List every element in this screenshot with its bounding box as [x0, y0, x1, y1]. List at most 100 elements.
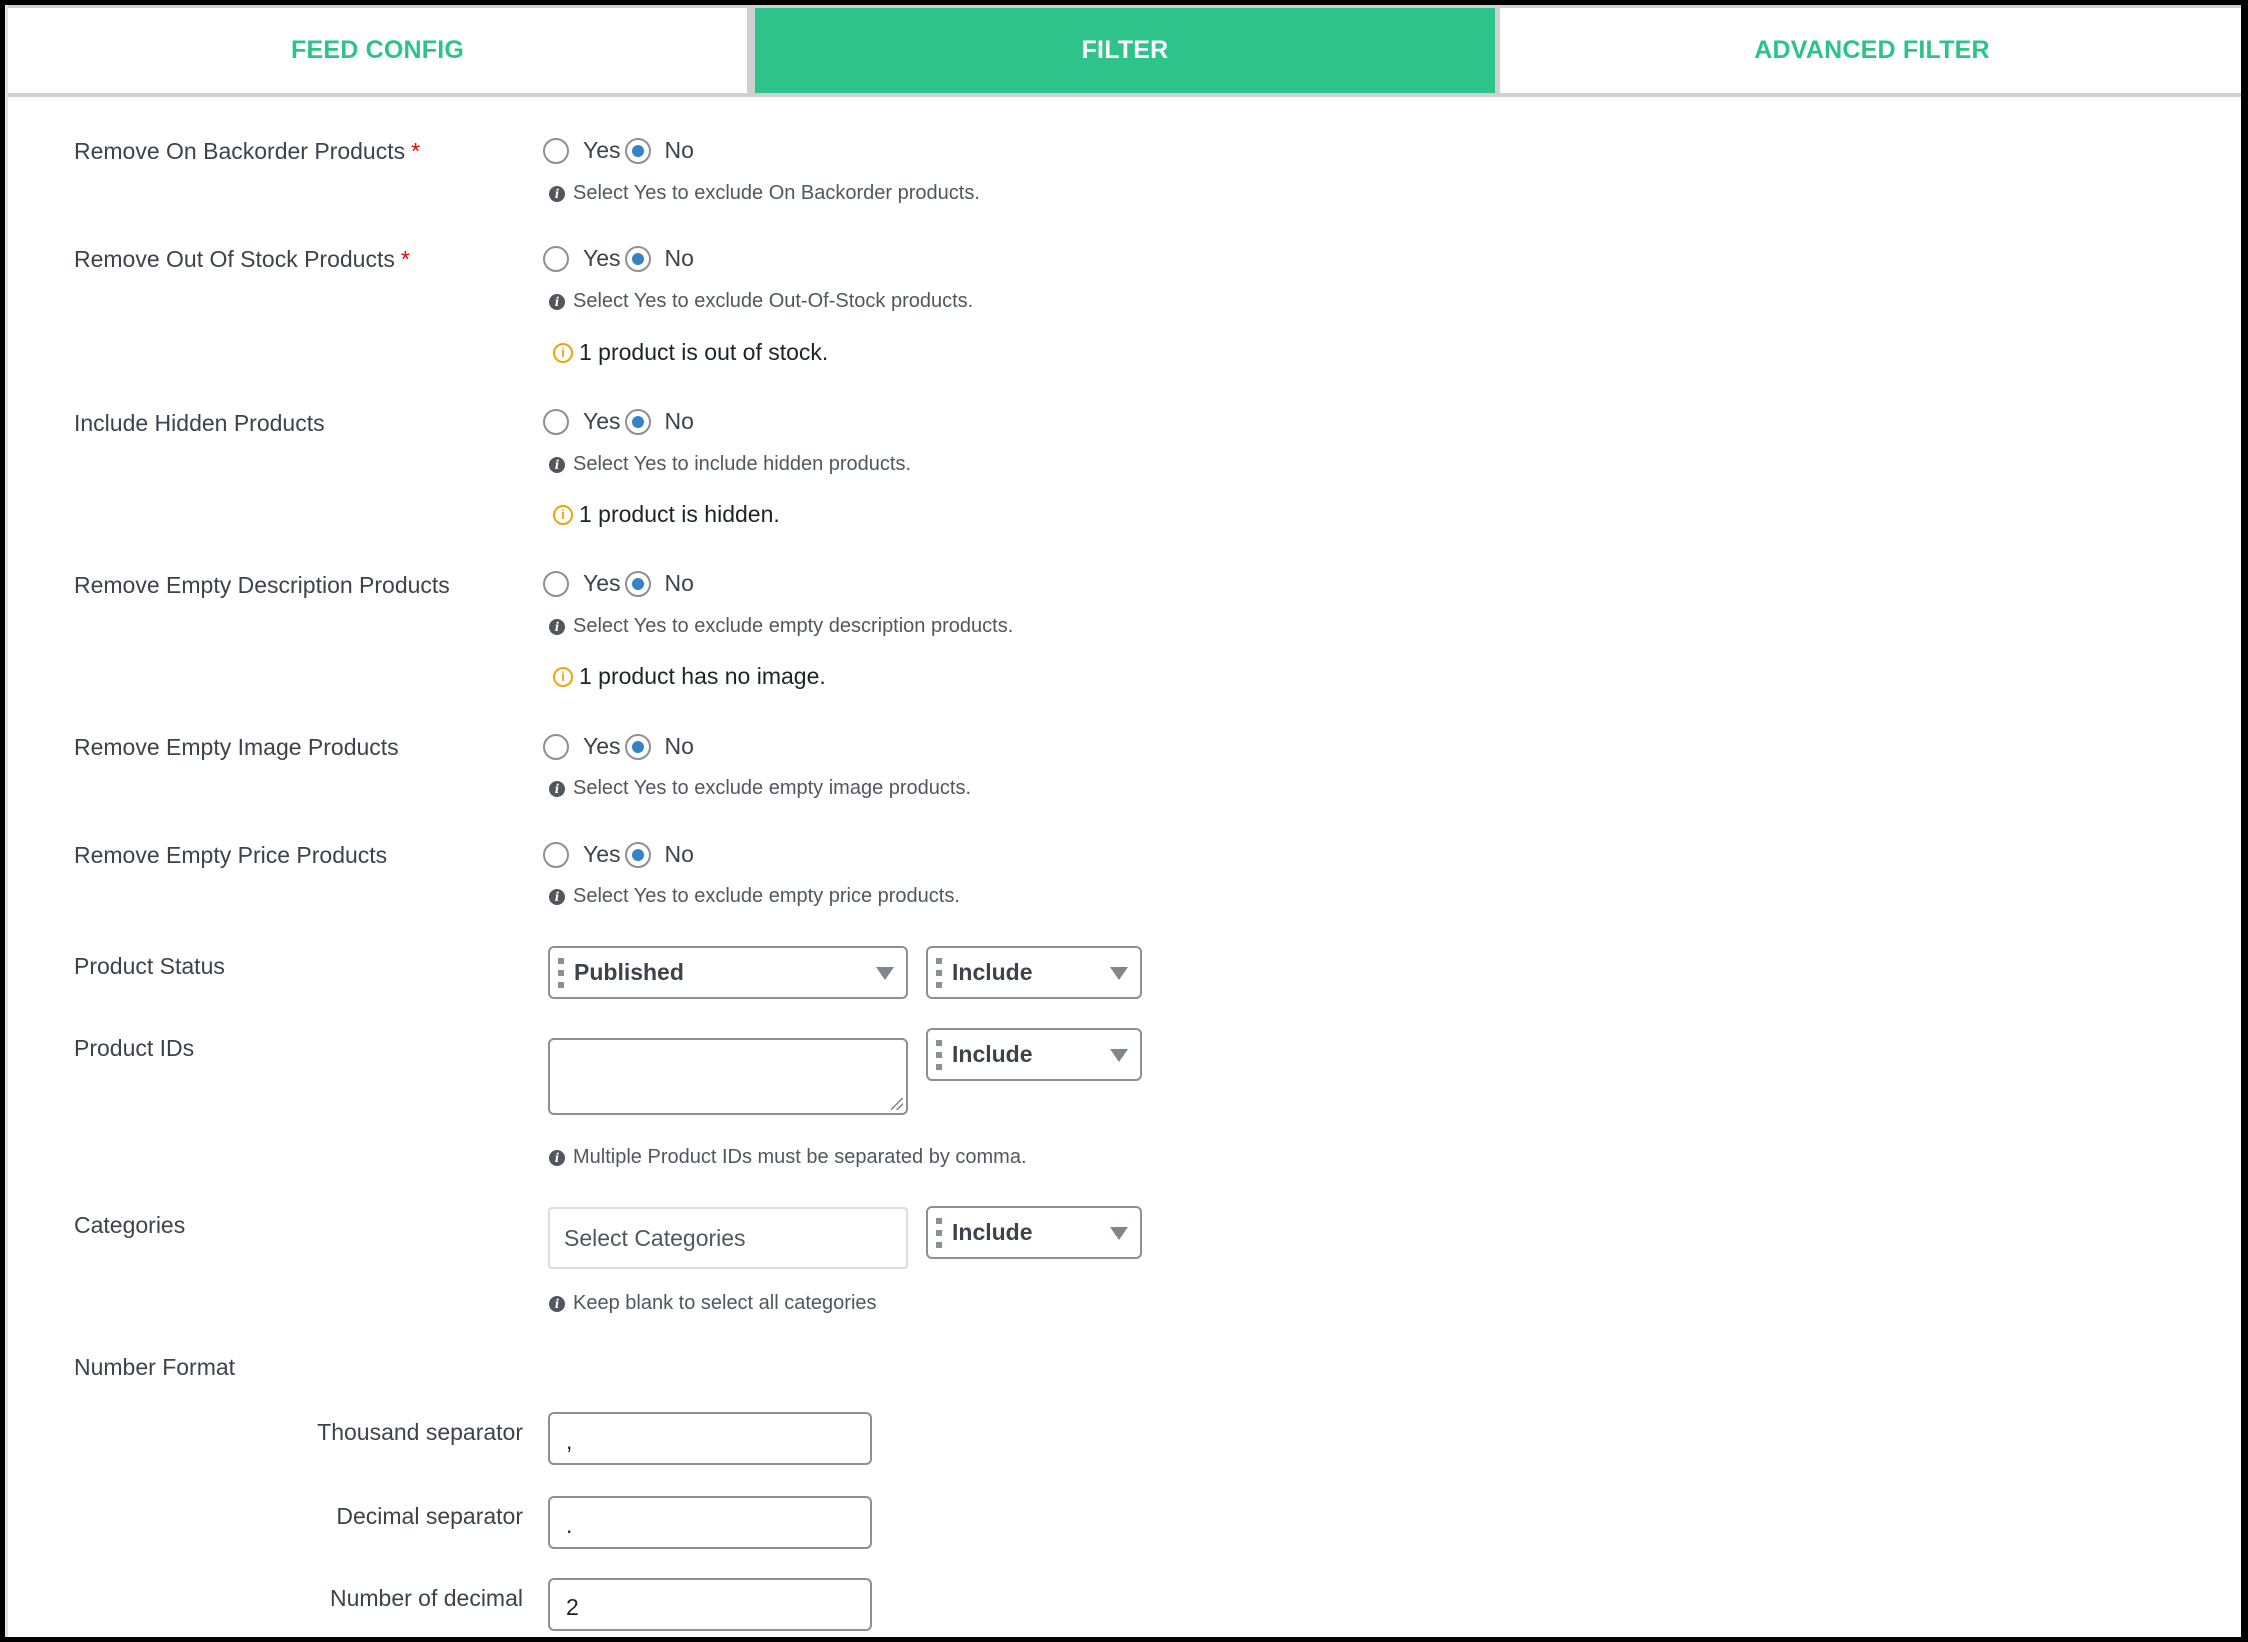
help-text: Multiple Product IDs must be separated b…	[573, 1146, 1027, 1168]
product-ids-label: Product IDs	[74, 1035, 195, 1061]
yes-label: Yes	[583, 245, 621, 271]
drag-handle-icon	[936, 1039, 942, 1070]
info-icon: i	[549, 293, 565, 310]
caret-down-icon	[1110, 1048, 1128, 1062]
backorder-help: i Select Yes to exclude On Backorder prod…	[549, 182, 980, 205]
out-of-stock-yes-radio[interactable]	[543, 245, 569, 272]
required-marker: *	[411, 138, 421, 164]
hidden-products-help: i Select Yes to include hidden products.	[549, 453, 911, 476]
help-text: Select Yes to exclude empty price produc…	[573, 885, 960, 907]
drag-handle-icon	[558, 957, 564, 988]
hidden-products-no-radio[interactable]	[624, 408, 651, 435]
empty-price-yes-radio[interactable]	[543, 841, 569, 868]
no-label: No	[664, 570, 694, 596]
product-ids-mode-value: Include	[952, 1041, 1033, 1067]
empty-image-no-radio[interactable]	[624, 733, 651, 760]
categories-mode-value: Include	[952, 1219, 1033, 1245]
warning-info-icon: i	[553, 504, 573, 525]
drag-handle-icon	[936, 957, 942, 988]
tab-bar: FEED CONFIG FILTER ADVANCED FILTER	[8, 5, 2241, 97]
backorder-yes-radio[interactable]	[543, 137, 569, 164]
categories-mode-select[interactable]: Include	[926, 1206, 1142, 1259]
backorder-no-radio[interactable]	[624, 137, 651, 164]
backorder-label: Remove On Backorder Products *	[74, 138, 420, 165]
out-of-stock-no-radio[interactable]	[624, 245, 651, 272]
tab-advanced-filter[interactable]: ADVANCED FILTER	[1500, 8, 2241, 93]
empty-description-no-radio[interactable]	[624, 570, 651, 597]
notice-text: 1 product is hidden.	[579, 501, 780, 527]
empty-description-notice: i 1 product has no image.	[553, 663, 826, 690]
product-status-value: Published	[574, 959, 684, 985]
empty-image-help: i Select Yes to exclude empty image produ…	[549, 777, 971, 800]
empty-description-label: Remove Empty Description Products	[74, 572, 450, 598]
no-label: No	[664, 841, 694, 867]
info-icon: i	[549, 1295, 565, 1312]
empty-price-radio-group: Yes No	[543, 841, 698, 868]
yes-label: Yes	[583, 841, 621, 867]
decimal-separator-input[interactable]: .	[548, 1496, 872, 1549]
thousand-separator-label: Thousand separator	[317, 1419, 523, 1445]
warning-info-icon: i	[553, 342, 573, 363]
out-of-stock-label: Remove Out Of Stock Products *	[74, 246, 410, 273]
yes-label: Yes	[583, 137, 621, 163]
empty-price-no-radio[interactable]	[624, 841, 651, 868]
tab-feed-config[interactable]: FEED CONFIG	[8, 8, 747, 93]
product-status-select[interactable]: Published	[548, 946, 908, 999]
product-ids-mode-select[interactable]: Include	[926, 1028, 1142, 1081]
help-text: Select Yes to include hidden products.	[573, 453, 912, 475]
empty-image-label: Remove Empty Image Products	[74, 734, 399, 760]
product-status-mode-value: Include	[952, 959, 1033, 985]
out-of-stock-help: i Select Yes to exclude Out-Of-Stock prod…	[549, 290, 973, 313]
product-ids-textarea[interactable]	[548, 1038, 908, 1115]
no-label: No	[664, 137, 694, 163]
help-text: Select Yes to exclude Out-Of-Stock produ…	[573, 290, 974, 312]
info-icon: i	[549, 780, 565, 797]
help-text: Select Yes to exclude empty description …	[573, 615, 1014, 637]
resize-handle-icon[interactable]	[891, 1098, 903, 1110]
drag-handle-icon	[936, 1217, 942, 1248]
categories-help: i Keep blank to select all categories	[549, 1292, 877, 1315]
info-icon: i	[549, 456, 565, 473]
empty-image-radio-group: Yes No	[543, 733, 698, 760]
empty-image-yes-radio[interactable]	[543, 733, 569, 760]
tab-filter[interactable]: FILTER	[755, 8, 1495, 93]
caret-down-icon	[876, 966, 894, 980]
help-text: Keep blank to select all categories	[573, 1292, 877, 1314]
hidden-products-yes-radio[interactable]	[543, 408, 569, 435]
no-label: No	[664, 733, 694, 759]
caret-down-icon	[1110, 1226, 1128, 1240]
empty-description-radio-group: Yes No	[543, 570, 698, 597]
decimal-separator-label: Decimal separator	[336, 1503, 523, 1529]
empty-description-help: i Select Yes to exclude empty description…	[549, 615, 1013, 638]
no-label: No	[664, 245, 694, 271]
yes-label: Yes	[583, 570, 621, 596]
thousand-separator-input[interactable]: ,	[548, 1412, 872, 1465]
categories-select-input[interactable]: Select Categories	[548, 1207, 908, 1269]
notice-text: 1 product has no image.	[579, 663, 826, 689]
out-of-stock-radio-group: Yes No	[543, 245, 698, 272]
empty-price-label: Remove Empty Price Products	[74, 842, 388, 868]
number-format-label: Number Format	[74, 1354, 236, 1380]
backorder-radio-group: Yes No	[543, 137, 698, 164]
thousand-separator-value: ,	[566, 1428, 573, 1454]
categories-label: Categories	[74, 1212, 186, 1238]
caret-down-icon	[1110, 966, 1128, 980]
info-icon: i	[549, 618, 565, 635]
info-icon: i	[549, 1149, 565, 1166]
product-status-label: Product Status	[74, 953, 225, 979]
product-status-mode-select[interactable]: Include	[926, 946, 1142, 999]
product-ids-help: i Multiple Product IDs must be separated …	[549, 1146, 1027, 1169]
hidden-products-label: Include Hidden Products	[74, 410, 325, 436]
out-of-stock-notice: i 1 product is out of stock.	[553, 339, 828, 366]
info-icon: i	[549, 888, 565, 905]
backorder-label-text: Remove On Backorder Products	[74, 138, 406, 164]
categories-placeholder: Select Categories	[564, 1224, 746, 1251]
yes-label: Yes	[583, 408, 621, 434]
out-of-stock-label-text: Remove Out Of Stock Products	[74, 246, 395, 272]
number-of-decimal-label: Number of decimal	[329, 1585, 523, 1611]
help-text: Select Yes to exclude On Backorder produ…	[573, 182, 980, 204]
empty-description-yes-radio[interactable]	[543, 570, 569, 597]
required-marker: *	[400, 246, 410, 272]
number-of-decimal-input[interactable]: 2	[548, 1578, 872, 1631]
decimal-separator-value: .	[566, 1512, 573, 1538]
